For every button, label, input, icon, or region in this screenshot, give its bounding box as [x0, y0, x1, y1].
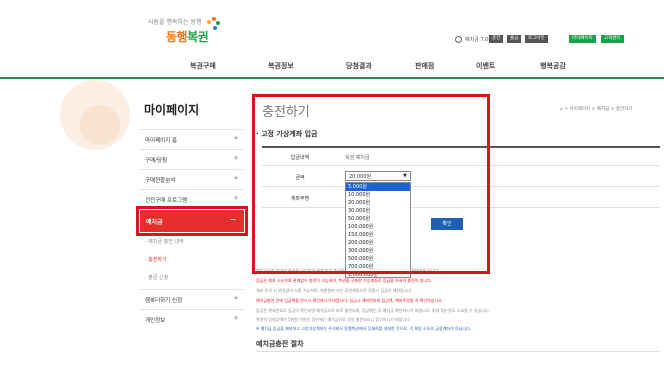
sidebar-item-label: 구매/당첨	[145, 158, 168, 164]
notice-line: 예치금충전 전에 입금액을 반드시 확인하시기 바랍니다. 입금시 계좌번호와 …	[256, 298, 444, 303]
notice-line: ※ 예치금 입금을 제외하고 고정가상계좌는 주식회사 동행복권에서 무재하를 …	[256, 326, 472, 331]
nav-item-events[interactable]: 이벤트	[476, 61, 495, 71]
customer-center-button[interactable]: 고객센터	[601, 35, 624, 43]
nav-item-results[interactable]: 당첨결과	[346, 61, 372, 71]
sidebar-sub-history[interactable]: · 예치금 충전 내역	[145, 238, 184, 245]
nav-item-happiness[interactable]: 행복공감	[540, 61, 566, 71]
expand-icon: +	[233, 314, 239, 322]
logo-star-icon	[207, 17, 220, 30]
nav-item-info[interactable]: 복권정보	[268, 61, 294, 71]
logo-accent-text: 복권	[187, 30, 209, 44]
withdraw-button[interactable]: 출금	[507, 35, 522, 43]
sidebar-title: 마이페이지	[144, 103, 200, 117]
site-tagline: 사람을 행복하는 동행	[148, 19, 202, 26]
expand-icon: +	[233, 154, 239, 162]
expand-icon: +	[233, 134, 239, 142]
expand-icon: +	[233, 294, 239, 302]
main-nav: 복권구매 복권정보 당첨결과 판매점 이벤트 행복공감	[0, 57, 664, 79]
logo-text: 동행	[166, 30, 188, 44]
sidebar-sub-charge[interactable]: · 충전하기	[145, 256, 167, 263]
sidebar-sub-withdraw[interactable]: · 출금 신청	[145, 274, 168, 281]
sidebar-item-label: 건전구매 프로그램	[145, 198, 188, 204]
sidebar-item-analysis[interactable]: 구매현황분석 +	[140, 169, 244, 188]
expand-icon: +	[233, 174, 239, 182]
sidebar-item-label: 구매현황분석	[145, 178, 176, 184]
site-logo[interactable]: 동행복권	[166, 28, 209, 45]
sidebar-item-label: 행복더하기 신청	[145, 298, 183, 304]
sidebar-item-label: 마이페이지 홈	[145, 138, 178, 144]
notice-line: 복권의 당첨금액이 5만원 이하인 경우에는 예치금으로 자동 충전되오니 참고…	[256, 317, 412, 322]
nav-item-buy[interactable]: 복권구매	[190, 61, 216, 71]
procedure-divider	[256, 351, 660, 352]
expand-icon: +	[233, 194, 239, 202]
coin-icon	[455, 35, 462, 43]
notice-line: 입금된 계좌번호로 입금이 확인되면 예치금으로 바로 충전되며, 입금확인 후…	[256, 308, 491, 313]
decorative-circle-inner	[80, 105, 120, 145]
sidebar-item-personal[interactable]: 개인정보 +	[140, 309, 244, 328]
highlight-box-sidebar	[136, 206, 248, 236]
mypage-button[interactable]: 마이페이지	[569, 35, 596, 43]
highlight-box-form	[252, 94, 490, 274]
logout-button[interactable]: 로그아웃	[525, 35, 548, 43]
charge-button[interactable]: 충전	[489, 35, 504, 43]
sidebar-item-home[interactable]: 마이페이지 홈 +	[140, 129, 244, 148]
procedure-title: 예치금충전 절차	[256, 340, 304, 348]
notice-line: 계좌 유지 시 변경없이 사용 가능하며, 회원탈퇴 또는 휴면계정으로 전환시…	[256, 288, 413, 293]
sidebar-item-purchase[interactable]: 구매/당첨 +	[140, 149, 244, 168]
breadcrumb: ⌂ > 마이페이지 > 예치금 > 충전하기	[560, 107, 633, 112]
nav-item-stores[interactable]: 판매점	[415, 61, 434, 71]
sidebar-item-happy-plus[interactable]: 행복더하기 신청 +	[140, 289, 244, 308]
sidebar-item-label: 개인정보	[145, 318, 166, 324]
